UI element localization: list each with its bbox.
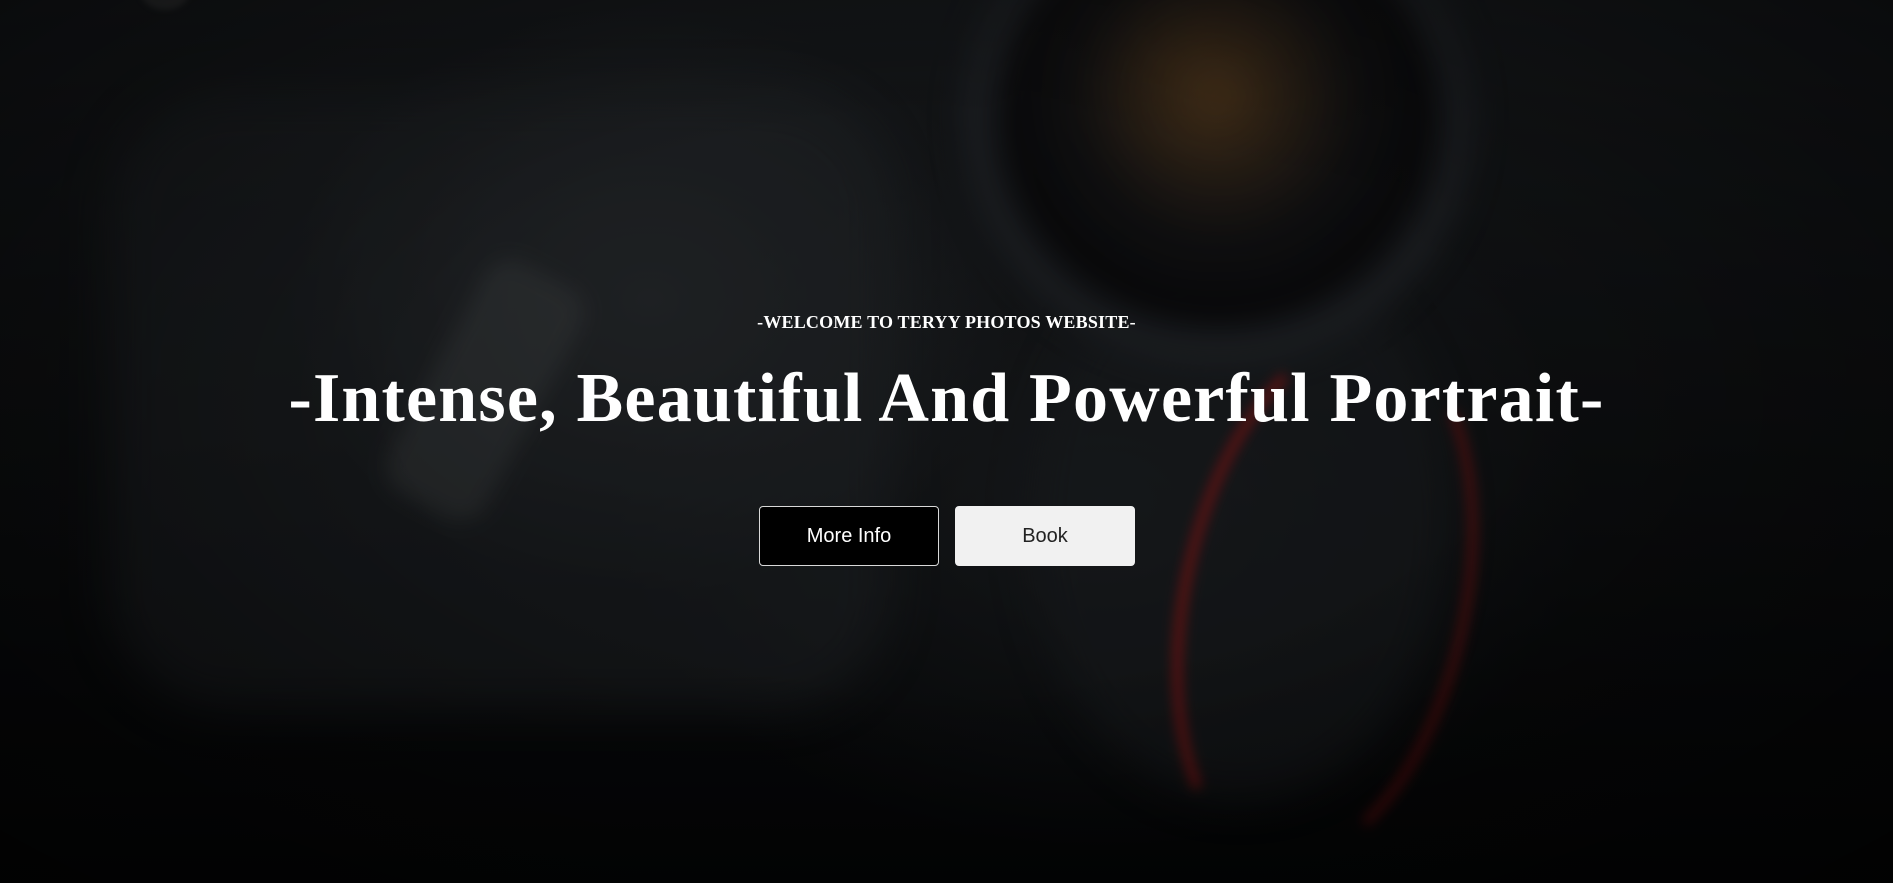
hero-section: -WELCOME TO TERYY PHOTOS WEBSITE- -Inten… xyxy=(0,0,1893,883)
more-info-button[interactable]: More Info xyxy=(759,506,939,566)
hero-content: -WELCOME TO TERYY PHOTOS WEBSITE- -Inten… xyxy=(0,0,1893,883)
hero-buttons: More Info Book xyxy=(759,506,1135,566)
book-button[interactable]: Book xyxy=(955,506,1135,566)
hero-headline: -Intense, Beautiful And Powerful Portrai… xyxy=(288,360,1605,437)
welcome-subtitle: -WELCOME TO TERYY PHOTOS WEBSITE- xyxy=(757,312,1136,332)
